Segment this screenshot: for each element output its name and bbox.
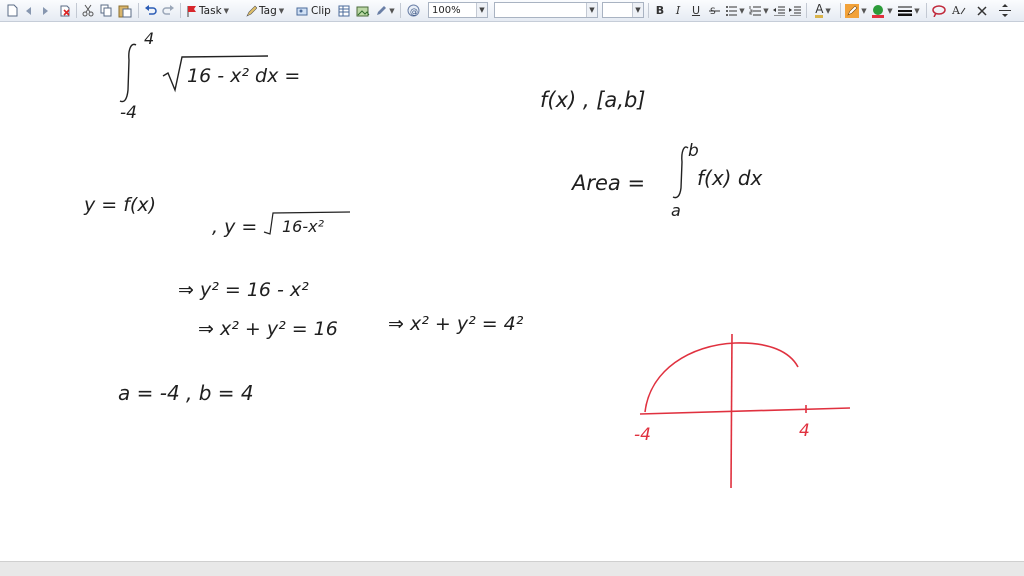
limits-line: a = -4 , b = 4 <box>118 381 254 405</box>
chevron-down-icon: ▼ <box>389 6 395 15</box>
chevron-down-icon: ▼ <box>223 6 230 15</box>
area-prefix: Area = <box>570 171 645 195</box>
chevron-down-icon: ▼ <box>914 6 920 15</box>
x-axis <box>639 407 851 415</box>
pen-icon <box>377 5 387 15</box>
semicircle-graph <box>639 333 851 489</box>
pencil-icon <box>246 5 257 17</box>
numbered-list-icon <box>749 6 762 16</box>
chevron-down-icon: ▼ <box>739 6 745 15</box>
highlighter-icon <box>845 3 860 18</box>
undo-icon[interactable] <box>142 2 158 19</box>
divider-icon[interactable] <box>996 2 1014 19</box>
y-axis <box>730 333 733 489</box>
table-icon[interactable] <box>336 2 352 19</box>
clip-button[interactable]: Clip <box>296 2 334 19</box>
chevron-down-icon: ▼ <box>763 6 769 15</box>
integral-sign <box>119 43 137 103</box>
equation-line-3: ⇒ y² = 16 - x² <box>178 279 309 301</box>
chevron-down-icon[interactable]: ▼ <box>632 3 643 17</box>
clear-format-label: A <box>952 4 960 17</box>
indent-icon[interactable] <box>788 2 802 19</box>
font-select[interactable]: ▼ <box>494 2 598 18</box>
redo-icon[interactable] <box>160 2 176 19</box>
insert-picture-icon[interactable] <box>354 2 372 19</box>
strikethrough-icon[interactable]: S <box>706 2 722 19</box>
delete-icon[interactable] <box>56 2 72 19</box>
zoom-value: 100% <box>432 4 461 16</box>
y-sqrt-body: 16-x² <box>282 217 325 236</box>
tag-button[interactable]: Tag ▼ <box>246 2 294 19</box>
graph-label-right: 4 <box>799 421 810 441</box>
chevron-down-icon[interactable]: ▼ <box>476 3 487 17</box>
equation-line-4b: ⇒ x² + y² = 4² <box>388 313 524 335</box>
semicircle-curve <box>644 342 799 413</box>
bold-button[interactable]: B <box>652 2 668 19</box>
pen-color-icon <box>872 4 885 18</box>
chevron-down-icon: ▼ <box>825 6 831 15</box>
cut-icon[interactable] <box>80 2 96 19</box>
font-color-button[interactable]: A ▼ <box>810 2 836 19</box>
clip-icon <box>296 7 308 15</box>
horizontal-scrollbar[interactable] <box>0 561 1024 576</box>
highlighter-button[interactable]: ▼ <box>844 2 868 19</box>
line-style-button[interactable]: ▼ <box>896 2 922 19</box>
area-lower-limit: a <box>671 201 681 220</box>
font-color-label: A <box>815 1 824 18</box>
clip-label: Clip <box>311 4 331 17</box>
tag-label: Tag <box>259 4 277 17</box>
copy-icon[interactable] <box>98 2 114 19</box>
close-icon[interactable] <box>974 2 990 19</box>
zoom-select[interactable]: 100% ▼ <box>428 2 488 18</box>
chevron-down-icon[interactable]: ▼ <box>586 3 597 17</box>
eraser-icon <box>960 7 966 14</box>
underline-button[interactable]: U <box>688 2 704 19</box>
paste-icon[interactable] <box>116 2 134 19</box>
email-icon[interactable]: @ <box>404 2 422 19</box>
graph-label-left: -4 <box>634 425 651 445</box>
numbered-list-button[interactable]: ▼ <box>748 2 770 19</box>
pen-color-button[interactable]: ▼ <box>870 2 894 19</box>
forward-icon[interactable] <box>38 2 52 19</box>
chevron-down-icon: ▼ <box>278 6 285 15</box>
y-sqrt-prefix: , y = <box>212 216 257 238</box>
chevron-down-icon: ▼ <box>887 6 893 15</box>
task-label: Task <box>199 4 222 17</box>
flag-icon <box>187 5 196 17</box>
integral-expression: 4 -4 16 - x² dx = <box>119 29 300 123</box>
task-button[interactable]: Task ▼ <box>186 2 240 19</box>
fx-interval: f(x) , [a,b] <box>540 88 646 112</box>
integral-body: 16 - x² dx = <box>187 65 300 87</box>
back-icon[interactable] <box>22 2 36 19</box>
bullet-list-icon <box>726 6 738 16</box>
clear-formatting-button[interactable]: A <box>950 2 968 19</box>
new-page-icon[interactable] <box>4 2 20 19</box>
chevron-down-icon: ▼ <box>861 6 867 15</box>
note-page[interactable]: 4 -4 16 - x² dx = y = f(x) , y = 16-x² ⇒… <box>0 22 1024 562</box>
handwriting-layer: 4 -4 16 - x² dx = y = f(x) , y = 16-x² ⇒… <box>83 29 851 489</box>
area-formula: Area = b a f(x) dx <box>570 141 763 220</box>
equation-line-4a: ⇒ x² + y² = 16 <box>198 318 338 340</box>
integral-upper-limit: 4 <box>144 29 154 48</box>
bullet-list-button[interactable]: ▼ <box>724 2 746 19</box>
lasso-icon[interactable] <box>930 2 948 19</box>
toolbar: Task ▼ Tag ▼ Clip ▼ @ 100% ▼ ▼ ▼ B I U S <box>0 0 1024 22</box>
y-equals-fx: y = f(x) <box>83 194 156 216</box>
y-sqrt-line: , y = 16-x² <box>212 211 351 238</box>
svg-text:@: @ <box>410 7 418 16</box>
area-upper-limit: b <box>688 141 699 161</box>
area-integral-sign <box>672 146 689 199</box>
area-integrand: f(x) dx <box>697 166 763 190</box>
italic-button[interactable]: I <box>670 2 686 19</box>
line-weight-icon <box>898 6 913 16</box>
font-size-select[interactable]: ▼ <box>602 2 644 18</box>
pen-tool-button[interactable]: ▼ <box>374 2 396 19</box>
outdent-icon[interactable] <box>772 2 786 19</box>
integral-lower-limit: -4 <box>120 103 137 123</box>
